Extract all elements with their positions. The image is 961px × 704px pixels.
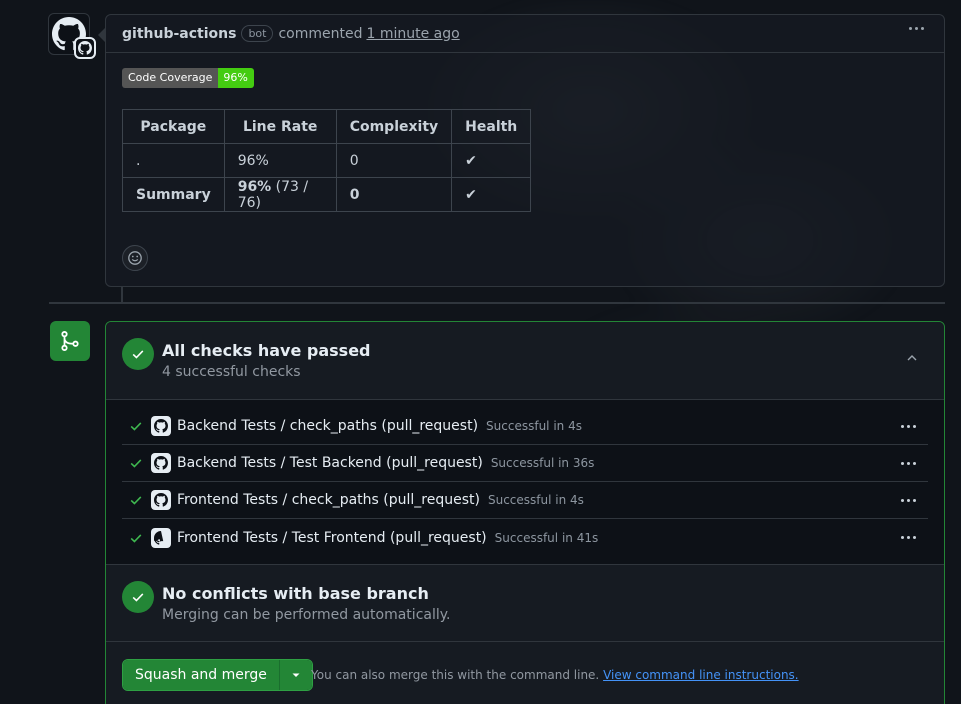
- comment-header: github-actions bot commented 1 minute ag…: [106, 15, 944, 53]
- check-status: Successful in 41s: [494, 530, 599, 545]
- conflicts-subtitle: Merging can be performed automatically.: [162, 607, 451, 623]
- cell-complexity: 0: [335, 177, 453, 212]
- checks-title: All checks have passed: [162, 341, 371, 360]
- smiley-icon: [128, 251, 142, 265]
- no-conflicts-icon: [122, 581, 154, 613]
- check-name-link[interactable]: Frontend Tests / Test Frontend (pull_req…: [177, 530, 487, 546]
- kebab-dot: [907, 462, 910, 465]
- check-icon: [130, 422, 142, 431]
- table-header-row: Package Line Rate Complexity Health: [122, 109, 532, 144]
- coverage-badge-label: Code Coverage: [122, 68, 219, 88]
- cell-line-rate: 96% (73 / 76): [223, 177, 337, 212]
- check-icon: [130, 496, 142, 505]
- squash-merge-button-group: Squash and merge: [122, 659, 313, 691]
- caret-down-icon: [292, 673, 300, 677]
- coverage-badge: Code Coverage 96%: [122, 68, 254, 88]
- checks-summary: All checks have passed 4 successful chec…: [106, 322, 944, 400]
- check-options-button[interactable]: [901, 462, 916, 465]
- column-header: Package: [122, 109, 225, 144]
- line-rate-value: 96%: [237, 178, 272, 195]
- cell-package: Summary: [122, 177, 225, 212]
- check-status: Successful in 36s: [490, 456, 595, 470]
- checks-passed-icon: [122, 338, 154, 370]
- check-name-link[interactable]: Frontend Tests / check_paths (pull_reque…: [177, 492, 480, 508]
- kebab-dot: [901, 499, 904, 502]
- coverage-badge-value: 96%: [218, 68, 254, 88]
- github-app-icon: [151, 453, 171, 473]
- squash-and-merge-button[interactable]: Squash and merge: [123, 660, 280, 690]
- github-app-icon: [151, 490, 171, 510]
- coverage-table: Package Line Rate Complexity Health . 96…: [122, 109, 532, 212]
- conflicts-title: No conflicts with base branch: [162, 584, 429, 603]
- git-branch-icon: [61, 331, 79, 351]
- kebab-dot: [913, 425, 916, 428]
- check-row: Frontend Tests / check_paths (pull_reque…: [122, 482, 928, 519]
- merge-box: All checks have passed 4 successful chec…: [105, 321, 945, 704]
- app-badge: [74, 37, 96, 59]
- timeline-divider: [49, 302, 945, 304]
- check-icon: [130, 533, 142, 543]
- check-row: Backend Tests / Test Backend (pull_reque…: [122, 445, 928, 482]
- check-icon: [130, 459, 142, 468]
- timeline-line: [121, 287, 123, 303]
- cell-health: ✔: [451, 177, 532, 212]
- conflicts-section: No conflicts with base branch Merging ca…: [106, 564, 944, 642]
- check-row: Backend Tests / check_paths (pull_reques…: [122, 408, 928, 445]
- kebab-dot: [913, 536, 916, 539]
- cell-line-rate: 96%: [223, 143, 337, 178]
- check-options-button[interactable]: [901, 536, 916, 539]
- github-app-icon: [151, 527, 171, 548]
- kebab-dot: [915, 27, 918, 30]
- check-icon: [132, 593, 144, 602]
- merge-actions: Squash and merge You can also merge this…: [106, 643, 944, 704]
- check-name-link[interactable]: Backend Tests / check_paths (pull_reques…: [177, 418, 478, 434]
- checks-list: Backend Tests / check_paths (pull_reques…: [106, 400, 944, 564]
- comment-action: commented: [278, 25, 363, 42]
- kebab-dot: [901, 536, 904, 539]
- comment-options-button[interactable]: [909, 27, 924, 30]
- column-header: Health: [451, 109, 532, 144]
- column-header: Line Rate: [223, 109, 337, 144]
- check-options-button[interactable]: [901, 425, 916, 428]
- kebab-dot: [913, 462, 916, 465]
- git-merge-icon: [50, 321, 90, 361]
- kebab-dot: [909, 27, 912, 30]
- merge-method-dropdown-button[interactable]: [279, 660, 312, 690]
- cell-package: .: [122, 143, 225, 178]
- chevron-up-icon[interactable]: [906, 352, 918, 364]
- check-status: Successful in 4s: [487, 493, 584, 507]
- add-reaction-button[interactable]: [122, 245, 148, 271]
- cell-complexity: 0: [335, 143, 453, 178]
- bot-badge: bot: [241, 25, 274, 42]
- kebab-dot: [907, 425, 910, 428]
- check-status: Successful in 4s: [486, 419, 582, 433]
- checks-subtitle: 4 successful checks: [162, 364, 301, 380]
- kebab-dot: [913, 499, 916, 502]
- github-logo-icon: [78, 41, 92, 55]
- comment-author[interactable]: github-actions: [122, 26, 236, 42]
- kebab-dot: [907, 499, 910, 502]
- table-row: Summary 96% (73 / 76) 0 ✔: [122, 177, 532, 212]
- check-row: Frontend Tests / Test Frontend (pull_req…: [122, 519, 928, 556]
- check-icon: [132, 350, 144, 359]
- comment-timestamp-link[interactable]: 1 minute ago: [366, 26, 459, 42]
- kebab-dot: [901, 462, 904, 465]
- comment-box: github-actions bot commented 1 minute ag…: [98, 14, 945, 287]
- cli-instructions-link[interactable]: View command line instructions.: [603, 668, 799, 682]
- column-header: Complexity: [335, 109, 453, 144]
- cli-hint: You can also merge this with the command…: [311, 668, 799, 682]
- cell-health: ✔: [451, 143, 532, 178]
- kebab-dot: [901, 425, 904, 428]
- kebab-dot: [907, 536, 910, 539]
- cli-hint-text: You can also merge this with the command…: [311, 668, 604, 682]
- check-options-button[interactable]: [901, 499, 916, 502]
- kebab-dot: [921, 27, 924, 30]
- check-name-link[interactable]: Backend Tests / Test Backend (pull_reque…: [177, 455, 483, 471]
- table-row: . 96% 0 ✔: [122, 143, 532, 178]
- line-rate-value: 96%: [237, 152, 269, 169]
- github-app-icon: [151, 416, 171, 436]
